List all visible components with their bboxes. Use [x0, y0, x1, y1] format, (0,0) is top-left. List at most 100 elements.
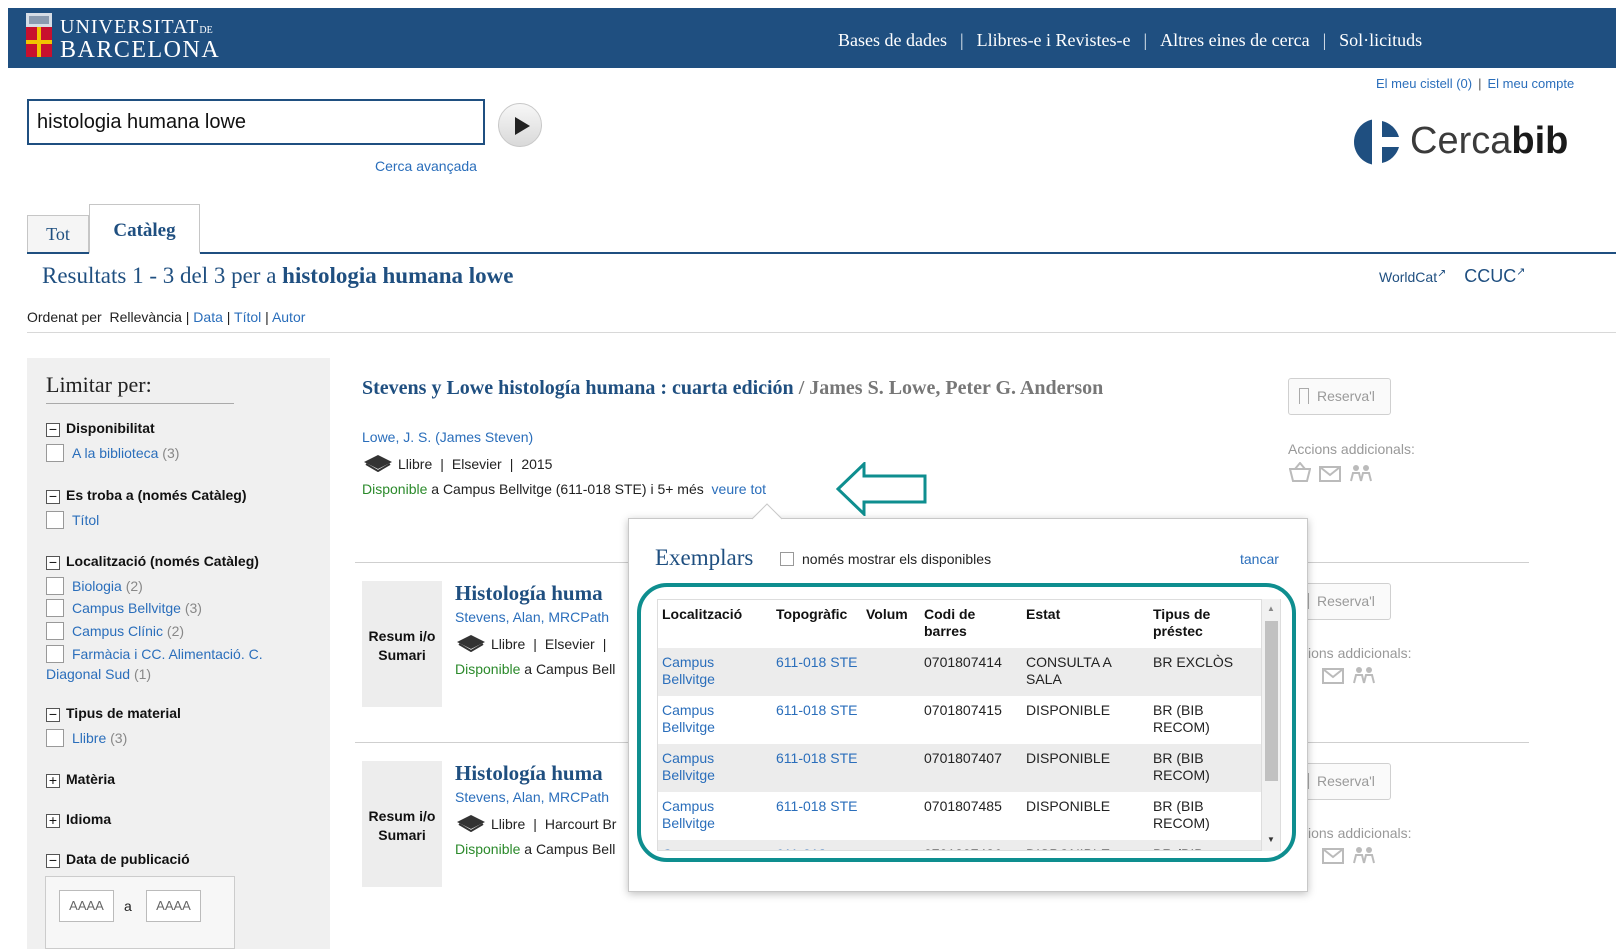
facet-subject[interactable]: + Matèria [46, 771, 115, 788]
facet-option[interactable]: Farmàcia i CC. Alimentació. C. Diagonal S… [46, 644, 306, 684]
collapse-icon[interactable]: − [46, 853, 60, 868]
date-to-input[interactable]: AAAA [146, 890, 201, 922]
scrollbar[interactable]: ▲ ▼ [1261, 599, 1280, 851]
tab-all[interactable]: Tot [27, 215, 89, 253]
ccuc-link[interactable]: CCUC↗ [1464, 266, 1525, 286]
mail-icon[interactable] [1322, 668, 1344, 687]
facet-option[interactable]: Campus Bellvitge (3) [46, 599, 202, 617]
cercabib-logo-icon[interactable] [1353, 118, 1401, 166]
checkbox[interactable] [46, 729, 64, 747]
location-link[interactable]: Campus Bellvitge [658, 696, 772, 744]
collapse-icon[interactable]: − [46, 555, 60, 570]
search-input[interactable] [27, 99, 485, 145]
location-link[interactable]: Campus Bellvitge [658, 792, 772, 840]
worldcat-link[interactable]: WorldCat↗ [1379, 267, 1446, 285]
facet-location[interactable]: − Localització (només Catàleg) [46, 553, 259, 570]
action-icons [1322, 846, 1384, 867]
column-header: Tipus de préstec [1153, 606, 1211, 639]
holdings-table: Localització Topogràfic Volum Codi de ba… [657, 599, 1281, 851]
collapse-icon[interactable]: − [46, 707, 60, 722]
nav-databases[interactable]: Bases de dades [838, 30, 947, 50]
result-author[interactable]: Lowe, J. S. (James Steven) [362, 429, 533, 445]
mail-icon[interactable] [1322, 848, 1344, 867]
advanced-search-link[interactable]: Cerca avançada [375, 158, 477, 174]
external-links: WorldCat↗ CCUC↗ [1379, 265, 1525, 287]
checkbox[interactable] [46, 645, 64, 663]
people-icon[interactable] [1349, 464, 1373, 485]
bookmark-icon [1299, 388, 1309, 404]
collapse-icon[interactable]: − [46, 489, 60, 504]
call-number-link[interactable]: 611-018 STE [772, 648, 862, 696]
facet-option[interactable]: Campus Clínic (2) [46, 622, 184, 640]
checkbox[interactable] [46, 511, 64, 529]
call-number-link[interactable]: 611-018 STE [772, 792, 862, 840]
only-available-filter[interactable]: només mostrar els disponibles [780, 551, 991, 567]
call-number-link[interactable]: 611-018 STE [772, 744, 862, 792]
checkbox[interactable] [46, 444, 64, 462]
nav-requests[interactable]: Sol·licituds [1339, 30, 1422, 50]
result-author[interactable]: Stevens, Alan, MRCPath [455, 789, 609, 805]
facet-material-type[interactable]: − Tipus de material [46, 705, 181, 722]
expand-icon[interactable]: + [46, 773, 60, 788]
facet-found-in[interactable]: − Es troba a (només Catàleg) [46, 487, 247, 504]
checkbox[interactable] [46, 599, 64, 617]
people-icon[interactable] [1352, 666, 1376, 687]
location-link[interactable]: Campus [658, 840, 772, 850]
collapse-icon[interactable]: − [46, 422, 60, 437]
summary-thumbnail[interactable]: Resum i/o Sumari [362, 581, 442, 707]
result-title[interactable]: Stevens y Lowe histología humana : cuart… [362, 376, 1182, 400]
book-icon [364, 455, 392, 472]
facet-sidebar: Limitar per: − Disponibilitat A la biblio… [27, 358, 330, 949]
sort-date-link[interactable]: Data [193, 309, 223, 325]
table-row: Campus Bellvitge 611-018 STE 0701807415 … [658, 696, 1261, 744]
logo-text-barcelona[interactable]: BARCELONA [60, 37, 220, 64]
top-header-bar: UNIVERSITATDE BARCELONA Bases de dades | L… [8, 8, 1616, 68]
mail-icon[interactable] [1319, 466, 1341, 485]
call-number-link[interactable]: 611-018 [772, 840, 862, 850]
table-row: Campus Bellvitge 611-018 STE 0701807414 … [658, 648, 1261, 696]
location-link[interactable]: Campus Bellvitge [658, 744, 772, 792]
summary-thumbnail[interactable]: Resum i/o Sumari [362, 761, 442, 887]
people-icon[interactable] [1352, 846, 1376, 867]
scroll-up-arrow-icon[interactable]: ▲ [1267, 604, 1275, 613]
facet-option[interactable]: Llibre (3) [46, 729, 127, 747]
results-heading: Resultats 1 - 3 del 3 per a histologia h… [42, 263, 514, 288]
scrollbar-thumb[interactable] [1265, 621, 1278, 781]
facet-option[interactable]: A la biblioteca (3) [46, 444, 179, 462]
my-account-link[interactable]: El meu compte [1487, 76, 1574, 91]
additional-actions-label: ions addicionals: [1308, 825, 1412, 841]
checkbox[interactable] [46, 577, 64, 595]
logo-text[interactable]: UNIVERSITATDE [60, 16, 213, 39]
close-popup-link[interactable]: tancar [1240, 551, 1279, 567]
nav-ebooks-ejournals[interactable]: Llibres-e i Revistes-e [977, 30, 1131, 50]
basket-link[interactable]: El meu cistell (0) [1376, 76, 1472, 91]
search-submit-button[interactable] [498, 103, 542, 147]
facet-option[interactable]: Títol [46, 511, 99, 529]
sort-title-link[interactable]: Títol [234, 309, 261, 325]
facet-option[interactable]: Biologia (2) [46, 577, 143, 595]
facet-language[interactable]: + Idioma [46, 811, 111, 828]
call-number-link[interactable]: 611-018 STE [772, 696, 862, 744]
table-row: Campus Bellvitge 611-018 STE 0701807485 … [658, 792, 1261, 840]
university-crest-icon[interactable] [26, 13, 52, 57]
checkbox[interactable] [46, 622, 64, 640]
facet-publication-date[interactable]: − Data de publicació [46, 851, 190, 868]
scroll-down-arrow-icon[interactable]: ▼ [1267, 835, 1275, 844]
basket-icon[interactable] [1288, 461, 1312, 485]
result-title[interactable]: Histología huma [455, 581, 603, 606]
result-title[interactable]: Histología huma [455, 761, 603, 786]
tab-catalog[interactable]: Catàleg [89, 204, 200, 254]
location-link[interactable]: Campus Bellvitge [658, 648, 772, 696]
additional-actions-label: ions addicionals: [1308, 645, 1412, 661]
result-author[interactable]: Stevens, Alan, MRCPath [455, 609, 609, 625]
facet-availability[interactable]: − Disponibilitat [46, 420, 155, 437]
sort-author-link[interactable]: Autor [272, 309, 305, 325]
cercabib-logo-text: Cercabib [1410, 120, 1569, 162]
expand-icon[interactable]: + [46, 813, 60, 828]
see-all-link[interactable]: veure tot [712, 481, 766, 497]
column-header: Codi de barres [924, 606, 976, 639]
checkbox[interactable] [780, 552, 794, 566]
nav-other-search-tools[interactable]: Altres eines de cerca [1160, 30, 1309, 50]
reserve-button[interactable]: Reserva'l [1288, 378, 1391, 415]
date-from-input[interactable]: AAAA [59, 890, 114, 922]
